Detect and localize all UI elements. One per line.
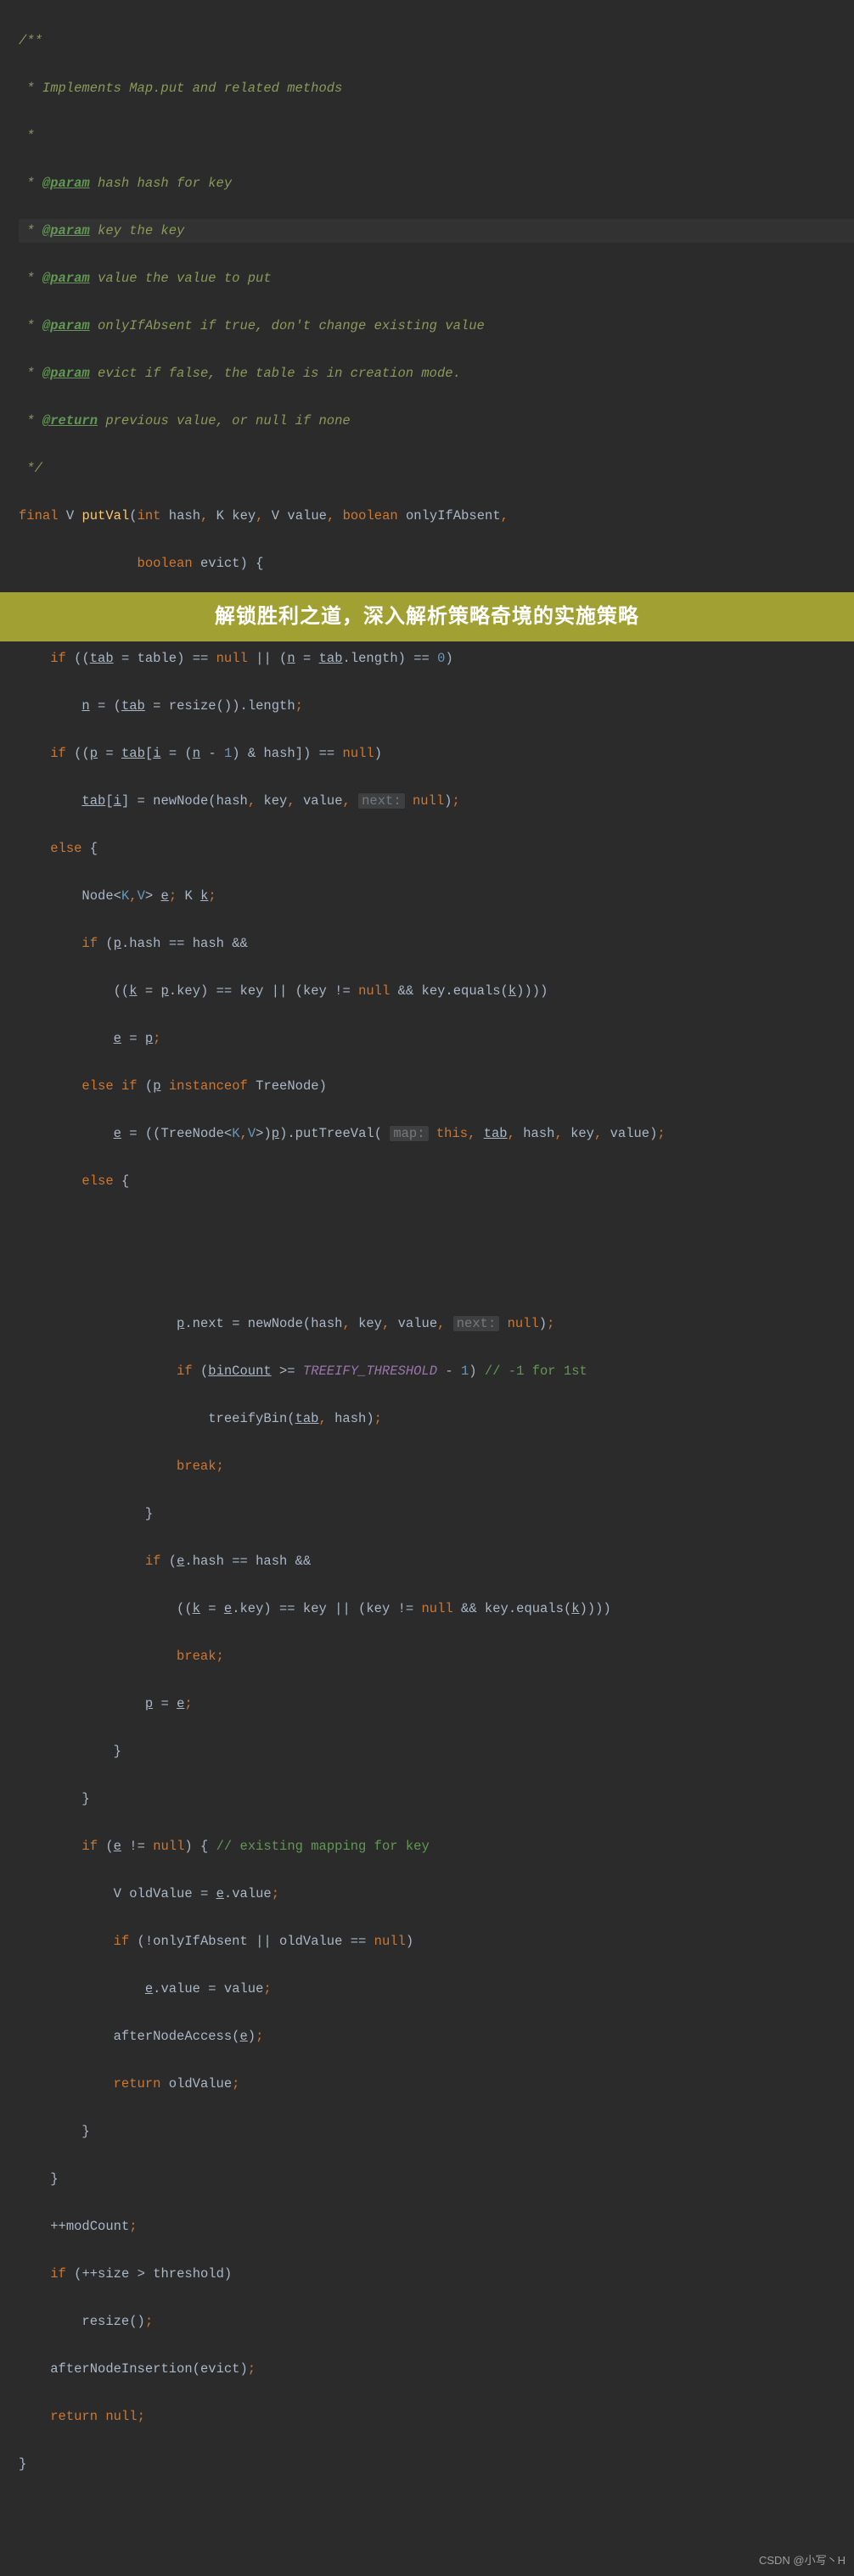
- code-line: p.next = newNode(hash, key, value, next:…: [19, 1312, 854, 1336]
- code-line: break;: [19, 1644, 854, 1668]
- code-line: V oldValue = e.value;: [19, 1882, 854, 1906]
- watermark: CSDN @小写丶H: [759, 2549, 846, 2573]
- code-line: if (!onlyIfAbsent || oldValue == null): [19, 1929, 854, 1953]
- javadoc-param-hash: * @param hash hash for key: [19, 171, 854, 195]
- code-line: if ((tab = table) == null || (n = tab.le…: [19, 647, 854, 670]
- code-line: if (e != null) { // existing mapping for…: [19, 1834, 854, 1858]
- code-line: treeifyBin(tab, hash);: [19, 1407, 854, 1431]
- javadoc-close: */: [19, 456, 854, 480]
- code-line: break;: [19, 1454, 854, 1478]
- method-sig-1: final V putVal(int hash, K key, V value,…: [19, 504, 854, 528]
- method-sig-2: boolean evict) {: [19, 552, 854, 575]
- code-line: return oldValue;: [19, 2072, 854, 2096]
- javadoc-return: * @return previous value, or null if non…: [19, 409, 854, 433]
- code-line: tab[i] = newNode(hash, key, value, next:…: [19, 789, 854, 813]
- javadoc-param-key: * @param key the key: [19, 219, 854, 243]
- code-line: else {: [19, 837, 854, 860]
- javadoc-param-oia: * @param onlyIfAbsent if true, don't cha…: [19, 314, 854, 338]
- code-line: ((k = e.key) == key || (key != null && k…: [19, 1597, 854, 1621]
- javadoc-open: /**: [19, 29, 854, 53]
- javadoc-line: * Implements Map.put and related methods: [19, 76, 854, 100]
- javadoc-param-evict: * @param evict if false, the table is in…: [19, 361, 854, 385]
- code-line: return null;: [19, 2405, 854, 2428]
- code-line: if (++size > threshold): [19, 2262, 854, 2286]
- banner-text: 解锁胜利之道，深入解析策略奇境的实施策略: [215, 605, 639, 629]
- code-line: n = (tab = resize()).length;: [19, 694, 854, 718]
- code-line: }: [19, 1739, 854, 1763]
- code-line: if (p.hash == hash &&: [19, 932, 854, 955]
- code-line: }: [19, 1502, 854, 1526]
- code-line: resize();: [19, 2310, 854, 2333]
- code-line: ++modCount;: [19, 2215, 854, 2238]
- code-line: if (binCount >= TREEIFY_THRESHOLD - 1) /…: [19, 1359, 854, 1383]
- code-line: e.value = value;: [19, 1977, 854, 2001]
- code-line: }: [19, 2120, 854, 2143]
- code-line: else if (p instanceof TreeNode): [19, 1074, 854, 1098]
- code-line: }: [19, 2452, 854, 2476]
- code-line: ((k = p.key) == key || (key != null && k…: [19, 979, 854, 1003]
- code-editor[interactable]: /** * Implements Map.put and related met…: [0, 0, 854, 2576]
- code-line: else {: [19, 1169, 854, 1193]
- javadoc-param-value: * @param value the value to put: [19, 266, 854, 290]
- code-line: e = p;: [19, 1027, 854, 1050]
- code-line: afterNodeAccess(e);: [19, 2024, 854, 2048]
- banner-overlay: 解锁胜利之道，深入解析策略奇境的实施策略: [0, 592, 854, 641]
- code-line: p = e;: [19, 1692, 854, 1716]
- code-line: }: [19, 2167, 854, 2191]
- code-line: afterNodeInsertion(evict);: [19, 2357, 854, 2381]
- code-line: if (e.hash == hash &&: [19, 1549, 854, 1573]
- javadoc-line: *: [19, 124, 854, 148]
- code-line: Node<K,V> e; K k;: [19, 884, 854, 908]
- code-line: e = ((TreeNode<K,V>)p).putTreeVal( map: …: [19, 1122, 854, 1145]
- code-line: }: [19, 1787, 854, 1811]
- code-line: if ((p = tab[i = (n - 1) & hash]) == nul…: [19, 742, 854, 765]
